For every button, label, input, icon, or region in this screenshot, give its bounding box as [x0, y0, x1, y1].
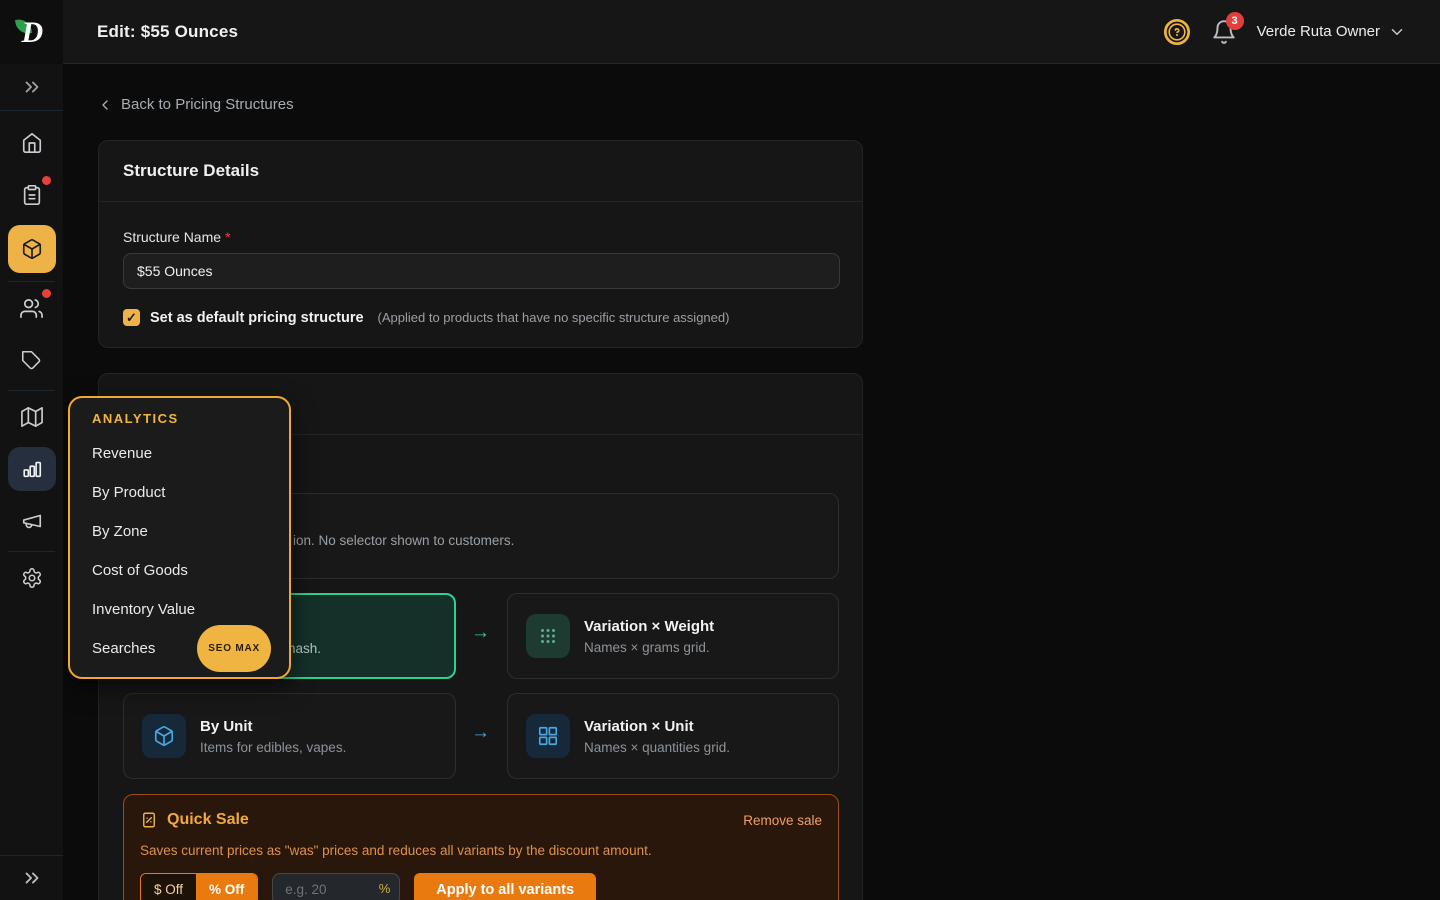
notification-count-badge: 3 — [1226, 12, 1244, 30]
page-title: Edit: $55 Ounces — [97, 22, 238, 42]
seo-max-badge: SEO MAX — [197, 625, 271, 672]
orders-alert-dot — [42, 176, 51, 185]
sidebar-item-products-active[interactable] — [8, 225, 56, 273]
map-icon — [21, 406, 43, 428]
quick-sale-panel: Quick Sale Remove sale Saves current pri… — [123, 794, 839, 900]
menu-item-by-zone[interactable]: By Zone — [70, 512, 289, 551]
default-structure-hint: (Applied to products that have no specif… — [378, 310, 730, 325]
structure-details-title: Structure Details — [123, 161, 259, 181]
sidebar-item-marketing[interactable] — [8, 499, 56, 543]
by-unit-title: By Unit — [200, 718, 346, 735]
sidebar-nav — [0, 64, 63, 900]
arrow-right-icon: → — [471, 622, 490, 644]
sidebar-item-orders[interactable] — [8, 173, 56, 217]
main-content: Back to Pricing Structures Structure Det… — [63, 64, 1440, 900]
sidebar-item-home[interactable] — [8, 121, 56, 165]
default-structure-checkbox[interactable]: ✓ — [123, 309, 140, 326]
megaphone-icon — [21, 510, 43, 532]
structure-details-card: Structure Details Structure Name* ✓ Set … — [98, 140, 863, 348]
analytics-menu-title: ANALYTICS — [92, 411, 289, 426]
structure-name-label: Structure Name* — [123, 229, 231, 245]
sidebar-item-tags[interactable] — [8, 338, 56, 382]
menu-item-searches[interactable]: Searches SEO MAX — [70, 629, 289, 668]
customers-alert-dot — [42, 289, 51, 298]
sale-ticket-icon — [140, 811, 158, 829]
required-asterisk: * — [225, 229, 230, 245]
variation-weight-description: Names × grams grid. — [584, 640, 714, 655]
box-icon — [21, 238, 43, 260]
sidebar-item-customers[interactable] — [8, 286, 56, 330]
arrow-right-icon: → — [471, 722, 490, 744]
sidebar-expand-button[interactable] — [0, 64, 63, 110]
sidebar-item-analytics-active[interactable] — [8, 447, 56, 491]
quick-sale-title: Quick Sale — [167, 811, 249, 829]
user-menu[interactable]: Verde Ruta Owner — [1257, 23, 1406, 41]
percent-suffix: % — [379, 881, 391, 896]
pricing-option-by-unit[interactable]: By Unit Items for edibles, vapes. — [123, 693, 456, 779]
quick-sale-description: Saves current prices as "was" prices and… — [140, 843, 822, 858]
squares-grid-icon — [526, 714, 570, 758]
notifications-bell-icon[interactable]: 3 — [1211, 19, 1237, 45]
variation-unit-title: Variation × Unit — [584, 718, 730, 735]
analytics-flyout-menu: ANALYTICS Revenue By Product By Zone Cos… — [68, 396, 291, 679]
menu-item-revenue[interactable]: Revenue — [70, 434, 289, 473]
menu-item-inventory-value[interactable]: Inventory Value — [70, 590, 289, 629]
sidebar-item-settings[interactable] — [8, 556, 56, 600]
menu-item-by-product[interactable]: By Product — [70, 473, 289, 512]
variation-unit-description: Names × quantities grid. — [584, 740, 730, 755]
dots-grid-icon — [526, 614, 570, 658]
cube-icon — [142, 714, 186, 758]
dollar-off-button[interactable]: $ Off — [141, 874, 196, 900]
clipboard-icon — [21, 184, 43, 206]
sidebar-collapse-button[interactable] — [0, 856, 63, 900]
by-unit-description: Items for edibles, vapes. — [200, 740, 346, 755]
percent-off-button[interactable]: % Off — [196, 874, 257, 900]
single-price-description: ion. No selector shown to customers. — [293, 533, 514, 548]
pricing-option-variation-weight[interactable]: Variation × Weight Names × grams grid. — [507, 593, 839, 679]
structure-name-input[interactable] — [123, 253, 840, 289]
top-header: D Edit: $55 Ounces 3 Verde Ruta Owner — [0, 0, 1440, 64]
gear-icon — [21, 567, 43, 589]
sidebar-item-zones[interactable] — [8, 395, 56, 439]
variation-weight-title: Variation × Weight — [584, 618, 714, 635]
app-logo[interactable]: D — [0, 0, 63, 64]
pricing-option-variation-unit[interactable]: Variation × Unit Names × quantities grid… — [507, 693, 839, 779]
chevron-left-icon — [97, 97, 113, 113]
brand-logo-icon: D — [15, 15, 49, 49]
users-icon — [20, 297, 43, 320]
apply-to-all-variants-button[interactable]: Apply to all variants — [414, 873, 596, 900]
menu-item-cost-of-goods[interactable]: Cost of Goods — [70, 551, 289, 590]
back-to-pricing-structures-link[interactable]: Back to Pricing Structures — [97, 96, 294, 113]
by-weight-description: hash. — [288, 641, 321, 656]
default-structure-label: Set as default pricing structure — [150, 310, 364, 326]
bar-chart-icon — [21, 458, 43, 480]
help-icon[interactable] — [1163, 18, 1191, 46]
home-icon — [21, 132, 43, 154]
remove-sale-link[interactable]: Remove sale — [743, 813, 822, 828]
tag-icon — [21, 350, 42, 371]
chevron-down-icon — [1388, 23, 1406, 41]
user-name: Verde Ruta Owner — [1257, 23, 1380, 40]
discount-type-toggle: $ Off % Off — [140, 873, 258, 900]
